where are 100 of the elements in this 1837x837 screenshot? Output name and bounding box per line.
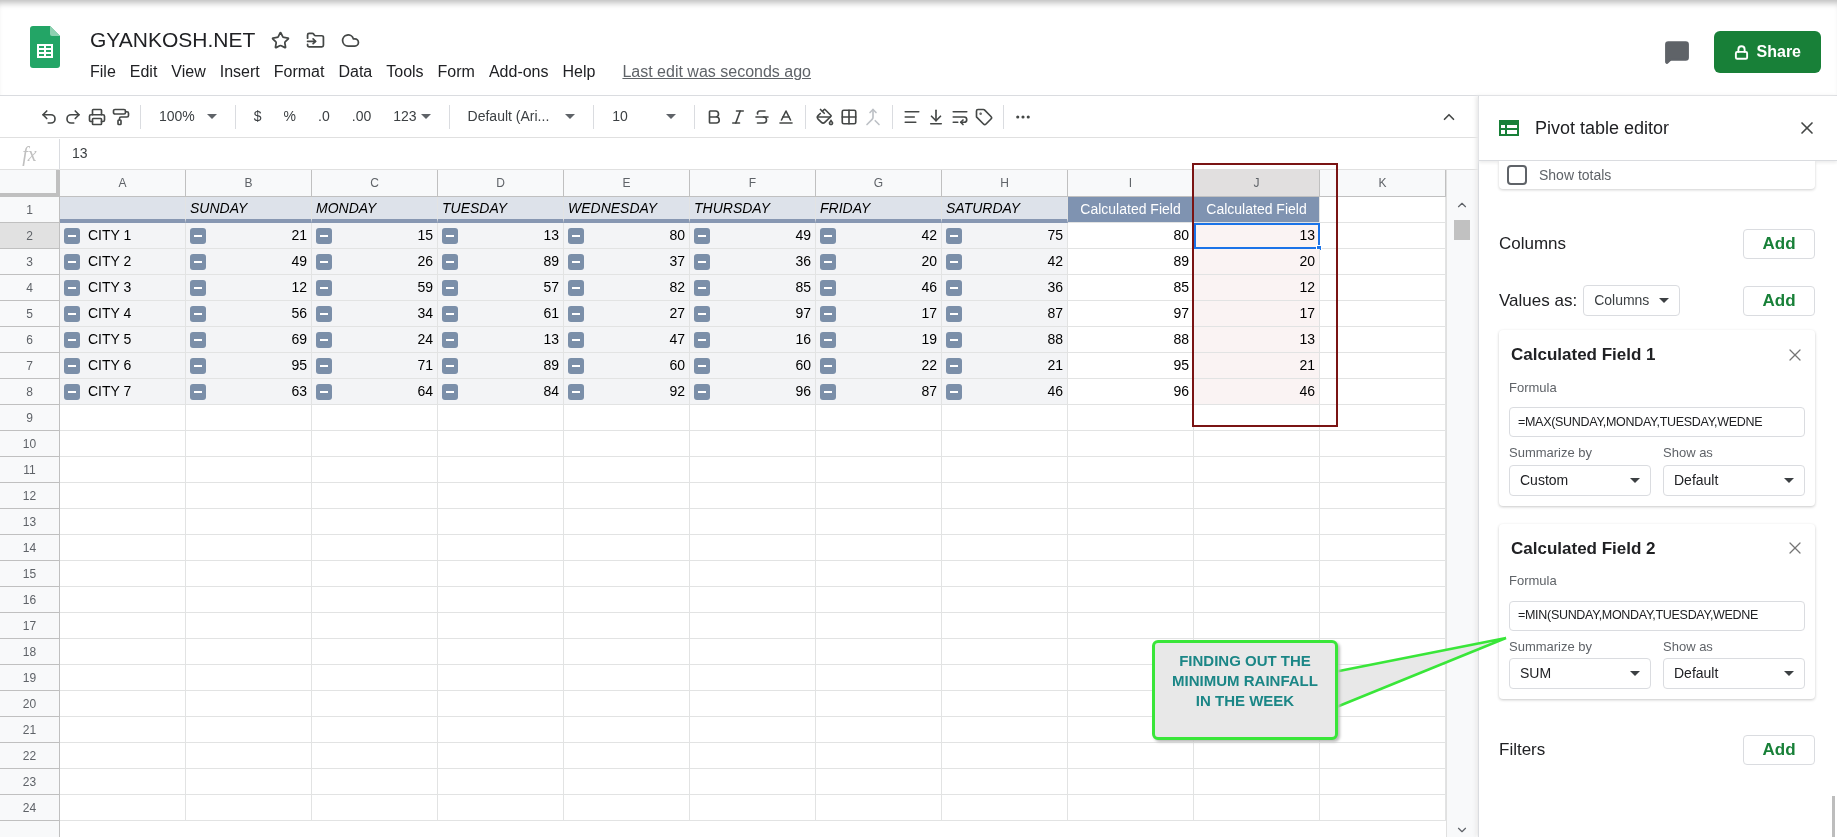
minus-square-icon[interactable]: [442, 357, 458, 374]
empty-cell[interactable]: [186, 509, 312, 535]
empty-cell[interactable]: [564, 587, 690, 613]
empty-cell[interactable]: [1194, 613, 1320, 639]
document-title[interactable]: GYANKOSH.NET: [90, 26, 256, 54]
empty-cell[interactable]: [1194, 483, 1320, 509]
empty-cell[interactable]: [942, 431, 1068, 457]
row-number[interactable]: 19: [0, 665, 60, 691]
empty-cell[interactable]: [816, 483, 942, 509]
minus-square-icon[interactable]: [568, 279, 584, 296]
table-cell[interactable]: 13: [1194, 327, 1320, 353]
row-number[interactable]: 21: [0, 717, 60, 743]
empty-cell[interactable]: [186, 405, 312, 431]
number-format-dropdown[interactable]: 123: [385, 100, 439, 133]
empty-cell[interactable]: [942, 405, 1068, 431]
minus-square-icon[interactable]: [316, 331, 332, 348]
empty-cell[interactable]: [942, 587, 1068, 613]
column-header[interactable]: B: [186, 170, 312, 197]
select-all-corner[interactable]: [0, 170, 60, 197]
minus-square-icon[interactable]: [442, 331, 458, 348]
empty-cell[interactable]: [564, 769, 690, 795]
empty-cell[interactable]: [1194, 795, 1320, 821]
merge-icon[interactable]: [864, 107, 883, 126]
empty-cell[interactable]: [942, 639, 1068, 665]
empty-cell[interactable]: [312, 561, 438, 587]
empty-cell[interactable]: [816, 743, 942, 769]
empty-cell[interactable]: [942, 665, 1068, 691]
empty-cell[interactable]: [816, 639, 942, 665]
formula-field[interactable]: =MAX(SUNDAY,MONDAY,TUESDAY,WEDNE: [1509, 407, 1805, 437]
minus-square-icon[interactable]: [568, 305, 584, 322]
row-number[interactable]: 14: [0, 535, 60, 561]
empty-cell[interactable]: [564, 457, 690, 483]
row-number[interactable]: 15: [0, 561, 60, 587]
empty-cell[interactable]: [564, 431, 690, 457]
empty-cell[interactable]: [564, 483, 690, 509]
empty-cell[interactable]: [1068, 561, 1194, 587]
empty-cell[interactable]: [312, 483, 438, 509]
row-number[interactable]: 16: [0, 587, 60, 613]
minus-square-icon[interactable]: [694, 279, 710, 296]
row-number[interactable]: 7: [0, 353, 60, 379]
redo-icon[interactable]: [64, 107, 82, 126]
empty-cell[interactable]: [564, 743, 690, 769]
empty-cell[interactable]: [186, 431, 312, 457]
empty-cell[interactable]: [312, 665, 438, 691]
row-number[interactable]: 11: [0, 457, 60, 483]
empty-cell[interactable]: [1068, 795, 1194, 821]
empty-cell[interactable]: [312, 717, 438, 743]
empty-cell[interactable]: [312, 535, 438, 561]
empty-cell[interactable]: [438, 795, 564, 821]
summarize-dropdown[interactable]: Custom: [1509, 464, 1651, 496]
menu-item[interactable]: Edit: [122, 60, 165, 84]
empty-cell[interactable]: [438, 613, 564, 639]
row-number[interactable]: 2: [0, 223, 60, 249]
minus-square-icon[interactable]: [442, 227, 458, 244]
empty-cell[interactable]: [186, 743, 312, 769]
empty-cell[interactable]: [564, 665, 690, 691]
column-header[interactable]: A: [60, 170, 186, 197]
font-size-dropdown[interactable]: 10: [604, 100, 685, 133]
minus-square-icon[interactable]: [820, 383, 836, 400]
row-number[interactable]: 12: [0, 483, 60, 509]
empty-cell[interactable]: [816, 509, 942, 535]
empty-cell[interactable]: [1068, 613, 1194, 639]
comment-icon[interactable]: [1663, 39, 1690, 65]
minus-square-icon[interactable]: [316, 279, 332, 296]
empty-cell[interactable]: [1194, 535, 1320, 561]
minus-square-icon[interactable]: [64, 357, 80, 374]
empty-cell[interactable]: [312, 691, 438, 717]
fill-color-icon[interactable]: [816, 107, 835, 126]
minus-square-icon[interactable]: [64, 331, 80, 348]
empty-cell[interactable]: [816, 535, 942, 561]
minus-square-icon[interactable]: [442, 253, 458, 270]
show-as-dropdown[interactable]: Default: [1663, 658, 1805, 689]
last-edit-link[interactable]: Last edit was seconds ago: [622, 60, 811, 84]
empty-cell[interactable]: [564, 639, 690, 665]
menu-item[interactable]: Data: [331, 60, 380, 84]
empty-cell[interactable]: [942, 457, 1068, 483]
empty-cell[interactable]: [186, 587, 312, 613]
menu-item[interactable]: Add-ons: [481, 60, 556, 84]
minus-square-icon[interactable]: [820, 227, 836, 244]
empty-cell[interactable]: [438, 561, 564, 587]
empty-cell[interactable]: [690, 691, 816, 717]
minus-square-icon[interactable]: [64, 305, 80, 322]
menu-item[interactable]: View: [164, 60, 213, 84]
minus-square-icon[interactable]: [946, 331, 962, 348]
empty-cell[interactable]: [438, 483, 564, 509]
minus-square-icon[interactable]: [568, 253, 584, 270]
table-cell[interactable]: 12: [1194, 275, 1320, 301]
empty-cell[interactable]: [690, 717, 816, 743]
empty-cell[interactable]: [690, 613, 816, 639]
row-number[interactable]: 17: [0, 613, 60, 639]
menu-item[interactable]: Tools: [379, 60, 431, 84]
empty-cell[interactable]: [312, 431, 438, 457]
empty-cell[interactable]: [186, 483, 312, 509]
empty-cell[interactable]: [816, 769, 942, 795]
minus-square-icon[interactable]: [64, 253, 80, 270]
empty-cell[interactable]: [816, 405, 942, 431]
empty-cell[interactable]: [690, 743, 816, 769]
increase-decimal-button[interactable]: .00: [343, 100, 380, 133]
empty-cell[interactable]: [690, 561, 816, 587]
minus-square-icon[interactable]: [64, 227, 80, 244]
